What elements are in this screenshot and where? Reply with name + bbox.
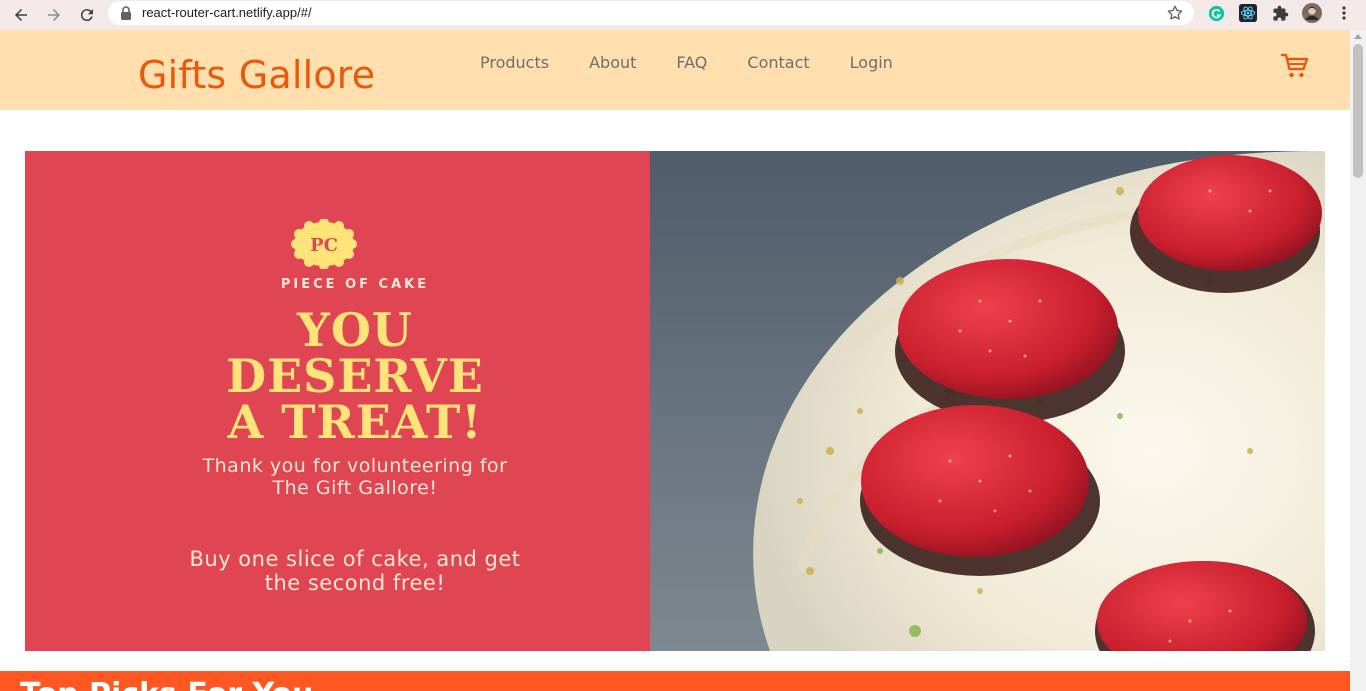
nav-link-about[interactable]: About: [589, 53, 636, 72]
main-nav: Products About FAQ Contact Login: [480, 53, 893, 72]
offer-line: Buy one slice of cake, and get: [189, 547, 521, 571]
cart-icon[interactable]: [1281, 52, 1309, 80]
thanks-line: The Gift Gallore!: [272, 477, 438, 499]
lock-icon: [121, 6, 131, 20]
extensions-icon[interactable]: [1270, 3, 1290, 23]
headline-line: YOU: [296, 303, 414, 357]
more-menu-icon[interactable]: [1334, 3, 1354, 23]
browser-toolbar: react-router-cart.netlify.app/#/: [0, 0, 1366, 30]
grammarly-icon[interactable]: [1206, 3, 1226, 23]
section-title: Top Picks For You: [20, 677, 313, 691]
site-header: Gifts Gallore Products About FAQ Contact…: [0, 30, 1350, 110]
headline-line: A TREAT!: [227, 395, 483, 449]
strawberry-cake-image: [650, 151, 1325, 651]
reload-icon[interactable]: [75, 3, 99, 27]
react-devtools-icon[interactable]: [1238, 3, 1258, 23]
hero-headline: YOU DESERVE A TREAT!: [25, 307, 685, 445]
hero-promo-panel: PC PIECE OF CAKE YOU DESERVE A TREAT! Th…: [25, 151, 650, 651]
badge-text: PC: [310, 235, 338, 256]
back-icon[interactable]: [9, 3, 33, 27]
url-text: react-router-cart.netlify.app/#/: [142, 5, 312, 20]
page-scrollbar[interactable]: [1350, 30, 1366, 691]
offer-line: the second free!: [264, 571, 446, 595]
scroll-up-icon[interactable]: [1354, 34, 1362, 39]
address-bar[interactable]: react-router-cart.netlify.app/#/: [108, 1, 1194, 25]
brand-subtitle: PIECE OF CAKE: [280, 277, 430, 292]
bookmark-star-icon[interactable]: [1166, 4, 1184, 22]
profile-avatar[interactable]: [1302, 3, 1322, 23]
headline-line: DESERVE: [226, 349, 484, 403]
nav-link-contact[interactable]: Contact: [747, 53, 809, 72]
offer-message: Buy one slice of cake, and get the secon…: [25, 547, 685, 595]
site-logo[interactable]: Gifts Gallore: [138, 53, 375, 97]
nav-link-faq[interactable]: FAQ: [676, 53, 707, 72]
nav-link-login[interactable]: Login: [850, 53, 893, 72]
thanks-message: Thank you for volunteering for The Gift …: [25, 455, 685, 499]
cake-photo: [650, 151, 1325, 651]
piece-of-cake-badge: PC: [291, 219, 357, 269]
scrollbar-thumb[interactable]: [1353, 44, 1363, 178]
top-picks-section: Top Picks For You: [0, 671, 1350, 691]
forward-icon[interactable]: [42, 3, 66, 27]
nav-link-products[interactable]: Products: [480, 53, 549, 72]
hero-banner: PC PIECE OF CAKE YOU DESERVE A TREAT! Th…: [25, 151, 1325, 651]
thanks-line: Thank you for volunteering for: [202, 455, 508, 477]
